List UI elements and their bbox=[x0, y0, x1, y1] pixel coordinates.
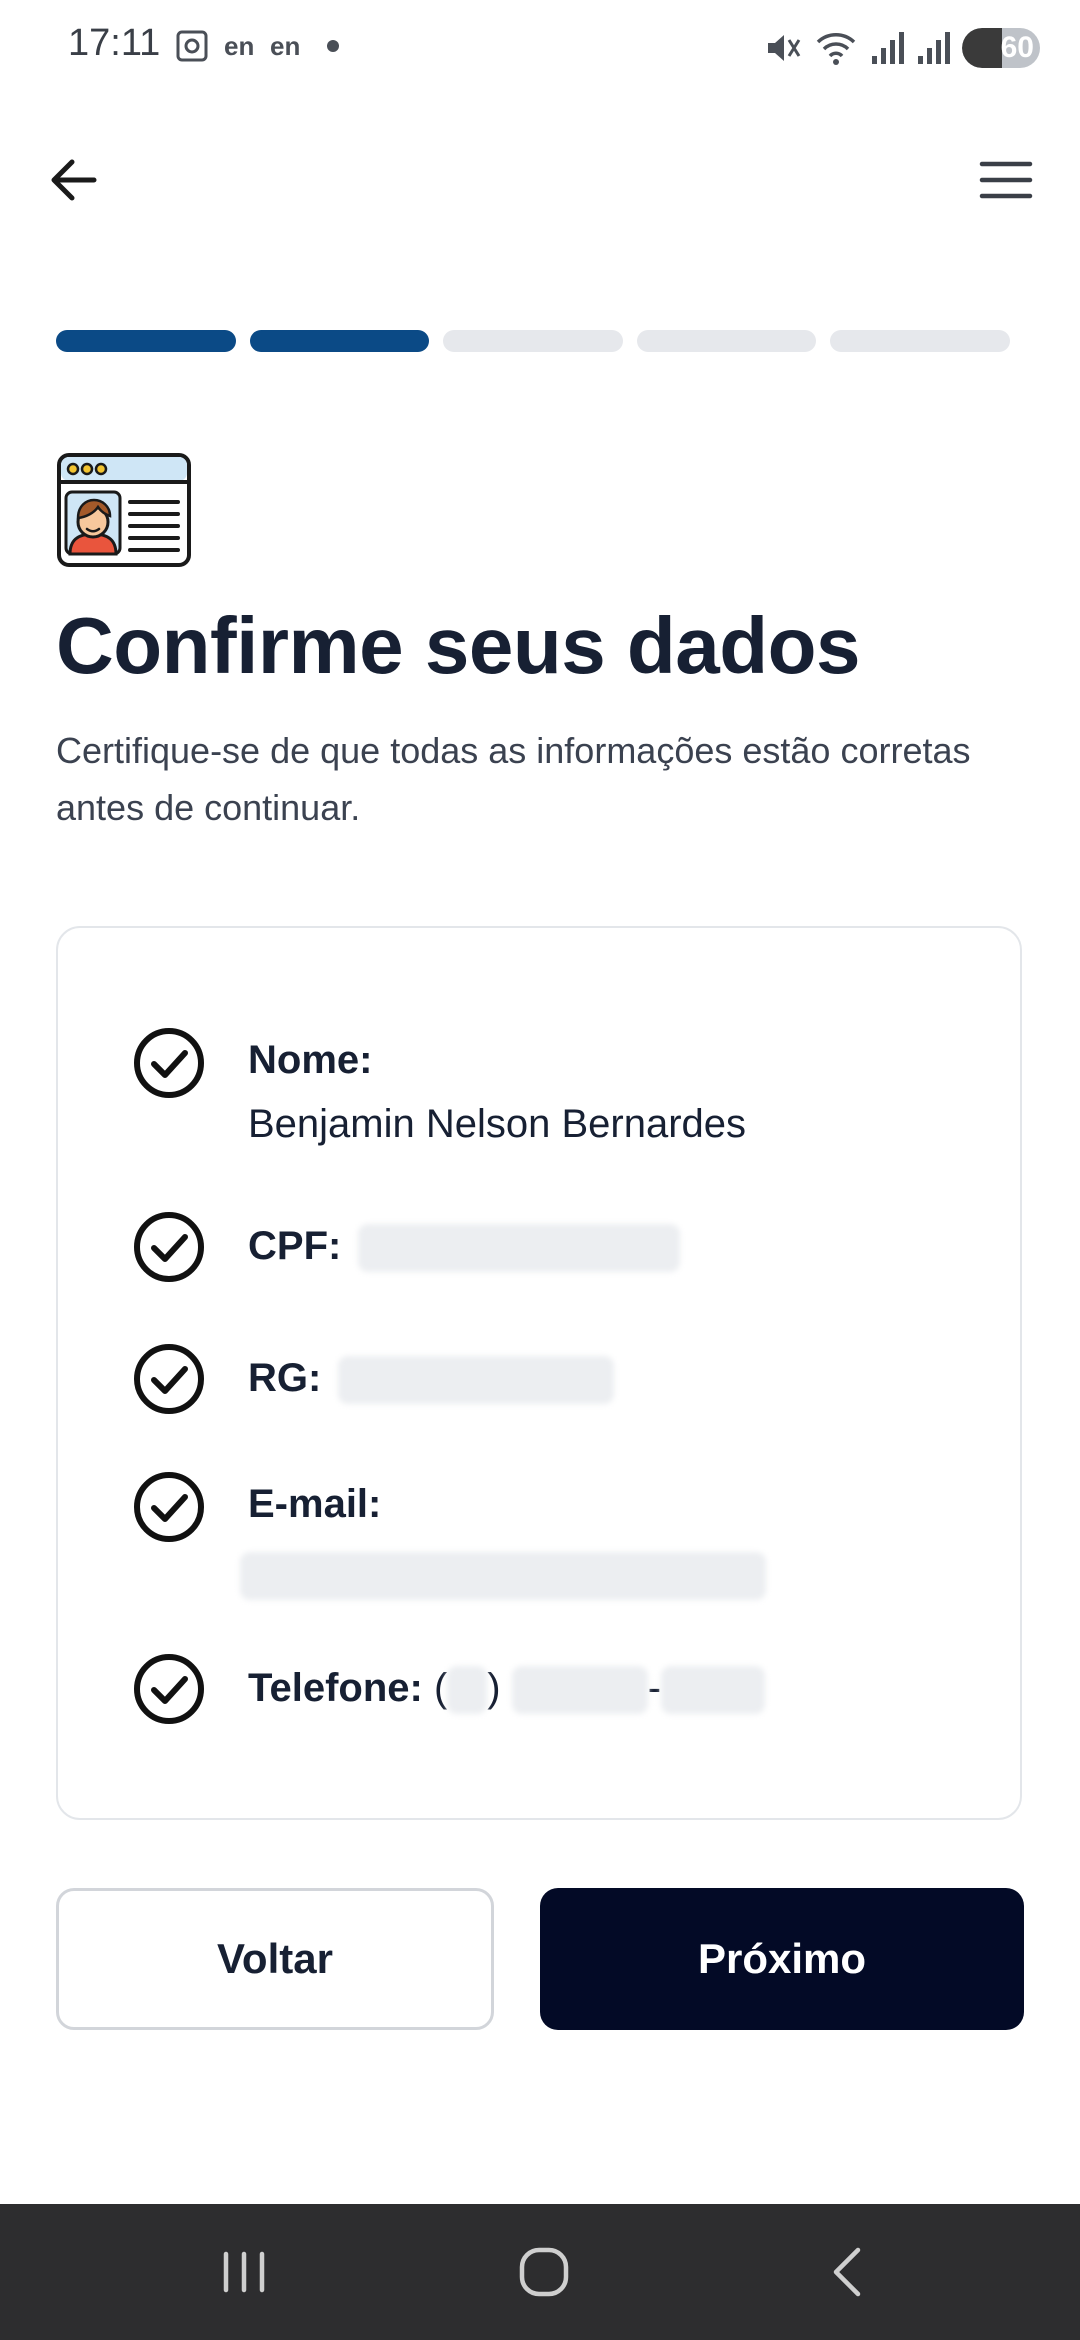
phone-area-redacted bbox=[447, 1666, 488, 1715]
check-circle-icon bbox=[134, 1654, 204, 1724]
name-value: Benjamin Nelson Bernardes bbox=[248, 1102, 747, 1146]
status-icons: 60 bbox=[762, 26, 1040, 70]
keyboard-lang-2: en bbox=[270, 30, 301, 61]
battery-level: 60 bbox=[1000, 31, 1034, 64]
cpf-value-redacted bbox=[358, 1224, 681, 1273]
system-nav-bar bbox=[0, 2204, 1080, 2340]
next-button[interactable]: Próximo bbox=[540, 1888, 1024, 2030]
progress-step-2 bbox=[249, 330, 430, 352]
check-circle-icon bbox=[134, 1344, 204, 1414]
email-value-redacted bbox=[240, 1552, 766, 1601]
phone-paren-close: ) bbox=[487, 1666, 501, 1710]
back-arrow-icon[interactable] bbox=[44, 150, 104, 210]
screenshot-icon bbox=[172, 24, 212, 68]
progress-step-1 bbox=[56, 330, 236, 352]
progress-step-3 bbox=[443, 330, 623, 352]
detail-row-phone: Telefone: () - bbox=[132, 1652, 766, 1726]
phone-suffix-redacted bbox=[661, 1666, 766, 1715]
page-title: Confirme seus dados bbox=[56, 601, 861, 690]
signal-icon-2 bbox=[918, 32, 950, 64]
phone-dash: - bbox=[647, 1666, 662, 1710]
details-card: Nome: Benjamin Nelson Bernardes CPF: RG:… bbox=[56, 926, 1022, 1820]
nav-back-icon[interactable] bbox=[816, 2240, 880, 2304]
step-progress bbox=[56, 330, 1010, 352]
progress-step-5 bbox=[830, 330, 1010, 352]
rg-value-redacted bbox=[338, 1356, 615, 1405]
keyboard-lang-1: en bbox=[224, 30, 255, 61]
wifi-icon bbox=[816, 33, 856, 65]
detail-row-name: Nome: Benjamin Nelson Bernardes bbox=[132, 1026, 746, 1156]
detail-row-cpf: CPF: bbox=[132, 1210, 681, 1284]
phone-prefix-redacted bbox=[511, 1666, 648, 1715]
name-label: Nome: bbox=[248, 1038, 373, 1082]
progress-step-4 bbox=[636, 330, 817, 352]
back-button[interactable]: Voltar bbox=[56, 1888, 494, 2030]
status-bar: 17:11 en en 60 bbox=[0, 0, 1080, 96]
hamburger-menu-icon[interactable] bbox=[978, 152, 1034, 208]
status-time: 17:11 bbox=[68, 22, 161, 64]
phone-label: Telefone: bbox=[248, 1666, 423, 1710]
detail-row-rg: RG: bbox=[132, 1342, 615, 1416]
recent-apps-icon[interactable] bbox=[212, 2240, 276, 2304]
phone-paren-open: ( bbox=[433, 1666, 448, 1710]
detail-row-email: E-mail: bbox=[132, 1470, 766, 1601]
battery-icon: 60 bbox=[962, 28, 1040, 68]
id-card-icon bbox=[56, 452, 192, 568]
check-circle-icon bbox=[134, 1028, 204, 1098]
check-circle-icon bbox=[134, 1212, 204, 1282]
notification-dot-icon bbox=[326, 24, 340, 68]
page-subtitle: Certifique-se de que todas as informaçõe… bbox=[56, 730, 971, 828]
email-label: E-mail: bbox=[248, 1482, 382, 1526]
cpf-label: CPF: bbox=[248, 1224, 342, 1268]
rg-label: RG: bbox=[248, 1356, 322, 1400]
mute-icon bbox=[768, 35, 801, 61]
home-icon[interactable] bbox=[512, 2240, 576, 2304]
signal-icon-1 bbox=[872, 32, 904, 64]
check-circle-icon bbox=[134, 1472, 204, 1542]
